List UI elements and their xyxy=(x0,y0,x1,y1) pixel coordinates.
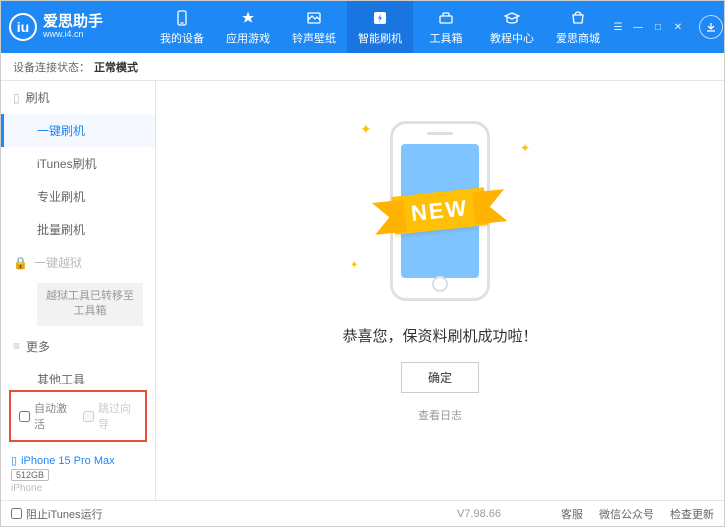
footer-links: 客服 微信公众号 检查更新 xyxy=(561,506,714,522)
checkbox-label: 阻止iTunes运行 xyxy=(26,506,103,522)
footer-link-update[interactable]: 检查更新 xyxy=(670,506,714,522)
sidebar-item-pro-flash[interactable]: 专业刷机 xyxy=(1,180,155,213)
version-label: V7.98.66 xyxy=(457,508,501,520)
close-icon[interactable]: ✕ xyxy=(671,22,685,33)
nav-ringtone-wallpaper[interactable]: 铃声壁纸 xyxy=(281,1,347,53)
tutorial-icon xyxy=(503,9,521,27)
view-log-link[interactable]: 查看日志 xyxy=(418,407,462,423)
device-icon xyxy=(173,9,191,27)
nav-store[interactable]: 爱思商城 xyxy=(545,1,611,53)
footer-link-support[interactable]: 客服 xyxy=(561,506,583,522)
success-message: 恭喜您，保资料刷机成功啦！ xyxy=(342,325,537,346)
logo-area: iu 爱思助手 www.i4.cn xyxy=(9,13,149,41)
flash-icon xyxy=(371,9,389,27)
sparkle-icon: ✦ xyxy=(350,260,358,271)
nav-my-device[interactable]: 我的设备 xyxy=(149,1,215,53)
sidebar-item-itunes-flash[interactable]: iTunes刷机 xyxy=(1,147,155,180)
nav-label: 智能刷机 xyxy=(358,30,402,46)
nav-label: 教程中心 xyxy=(490,30,534,46)
sidebar-item-oneclick-flash[interactable]: 一键刷机 xyxy=(1,114,155,147)
nav-label: 爱思商城 xyxy=(556,30,600,46)
download-button[interactable] xyxy=(699,15,723,39)
footer: 阻止iTunes运行 V7.98.66 客服 微信公众号 检查更新 xyxy=(1,500,724,526)
sidebar-group-jailbreak: 🔒 一键越狱 xyxy=(1,246,155,279)
sidebar-group-more[interactable]: ≡ 更多 xyxy=(1,330,155,363)
logo-icon: iu xyxy=(9,13,37,41)
sidebar-item-other-tools[interactable]: 其他工具 xyxy=(1,363,155,384)
device-name-row[interactable]: ▯ iPhone 15 Pro Max xyxy=(11,454,145,467)
confirm-button[interactable]: 确定 xyxy=(401,362,479,393)
sparkle-icon: ✦ xyxy=(360,121,372,138)
sidebar: ▯ 刷机 一键刷机 iTunes刷机 专业刷机 批量刷机 🔒 一键越狱 越狱工具… xyxy=(1,81,156,500)
block-itunes-input[interactable] xyxy=(11,508,22,519)
nav-apps-games[interactable]: 应用游戏 xyxy=(215,1,281,53)
main-content: ✦ ✦ ✦ NEW 恭喜您，保资料刷机成功啦！ 确定 查看日志 xyxy=(156,81,724,500)
status-bar: 设备连接状态： 正常模式 xyxy=(1,53,724,81)
apps-icon xyxy=(239,9,257,27)
nav-smart-flash[interactable]: 智能刷机 xyxy=(347,1,413,53)
status-value: 正常模式 xyxy=(94,59,138,75)
sidebar-item-batch-flash[interactable]: 批量刷机 xyxy=(1,213,155,246)
minimize-icon[interactable]: — xyxy=(631,22,645,33)
nav-toolbox[interactable]: 工具箱 xyxy=(413,1,479,53)
nav-label: 铃声壁纸 xyxy=(292,30,336,46)
skip-wizard-checkbox: 跳过向导 xyxy=(83,400,137,432)
group-label: 刷机 xyxy=(26,89,50,106)
store-icon xyxy=(569,9,587,27)
auto-activate-input[interactable] xyxy=(19,411,30,422)
device-info: ▯ iPhone 15 Pro Max 512GB iPhone xyxy=(1,448,155,500)
window-controls: ☰ — □ ✕ xyxy=(611,22,685,33)
phone-icon: ▯ xyxy=(13,91,20,105)
jailbreak-moved-note: 越狱工具已转移至工具箱 xyxy=(37,283,143,326)
sparkle-icon: ✦ xyxy=(520,141,530,155)
device-storage: 512GB xyxy=(11,469,49,481)
success-illustration: ✦ ✦ ✦ NEW xyxy=(350,111,530,311)
device-type: iPhone xyxy=(11,483,145,494)
skip-wizard-input xyxy=(83,411,94,422)
app-header: iu 爱思助手 www.i4.cn 我的设备 应用游戏 铃声壁纸 智能刷机 xyxy=(1,1,724,53)
checkbox-label: 跳过向导 xyxy=(98,400,137,432)
group-label: 一键越狱 xyxy=(34,254,82,271)
status-label: 设备连接状态： xyxy=(13,59,90,75)
footer-link-wechat[interactable]: 微信公众号 xyxy=(599,506,654,522)
maximize-icon[interactable]: □ xyxy=(651,22,665,33)
nav-label: 我的设备 xyxy=(160,30,204,46)
block-itunes-checkbox[interactable]: 阻止iTunes运行 xyxy=(11,506,103,522)
sidebar-options-highlight: 自动激活 跳过向导 xyxy=(9,390,147,442)
menu-icon[interactable]: ☰ xyxy=(611,22,625,33)
nav-label: 应用游戏 xyxy=(226,30,270,46)
nav-tutorial[interactable]: 教程中心 xyxy=(479,1,545,53)
wallpaper-icon xyxy=(305,9,323,27)
group-label: 更多 xyxy=(26,338,50,355)
more-icon: ≡ xyxy=(13,339,20,353)
auto-activate-checkbox[interactable]: 自动激活 xyxy=(19,400,73,432)
device-small-icon: ▯ xyxy=(11,454,17,467)
nav-label: 工具箱 xyxy=(430,30,463,46)
sidebar-group-flash[interactable]: ▯ 刷机 xyxy=(1,81,155,114)
device-name: iPhone 15 Pro Max xyxy=(21,455,115,467)
header-right: ☰ — □ ✕ xyxy=(611,15,725,39)
toolbox-icon xyxy=(437,9,455,27)
checkbox-label: 自动激活 xyxy=(34,400,73,432)
main-nav: 我的设备 应用游戏 铃声壁纸 智能刷机 工具箱 教程中心 xyxy=(149,1,611,53)
app-subtitle: www.i4.cn xyxy=(43,30,103,40)
lock-icon: 🔒 xyxy=(13,256,28,270)
app-title: 爱思助手 xyxy=(43,14,103,31)
